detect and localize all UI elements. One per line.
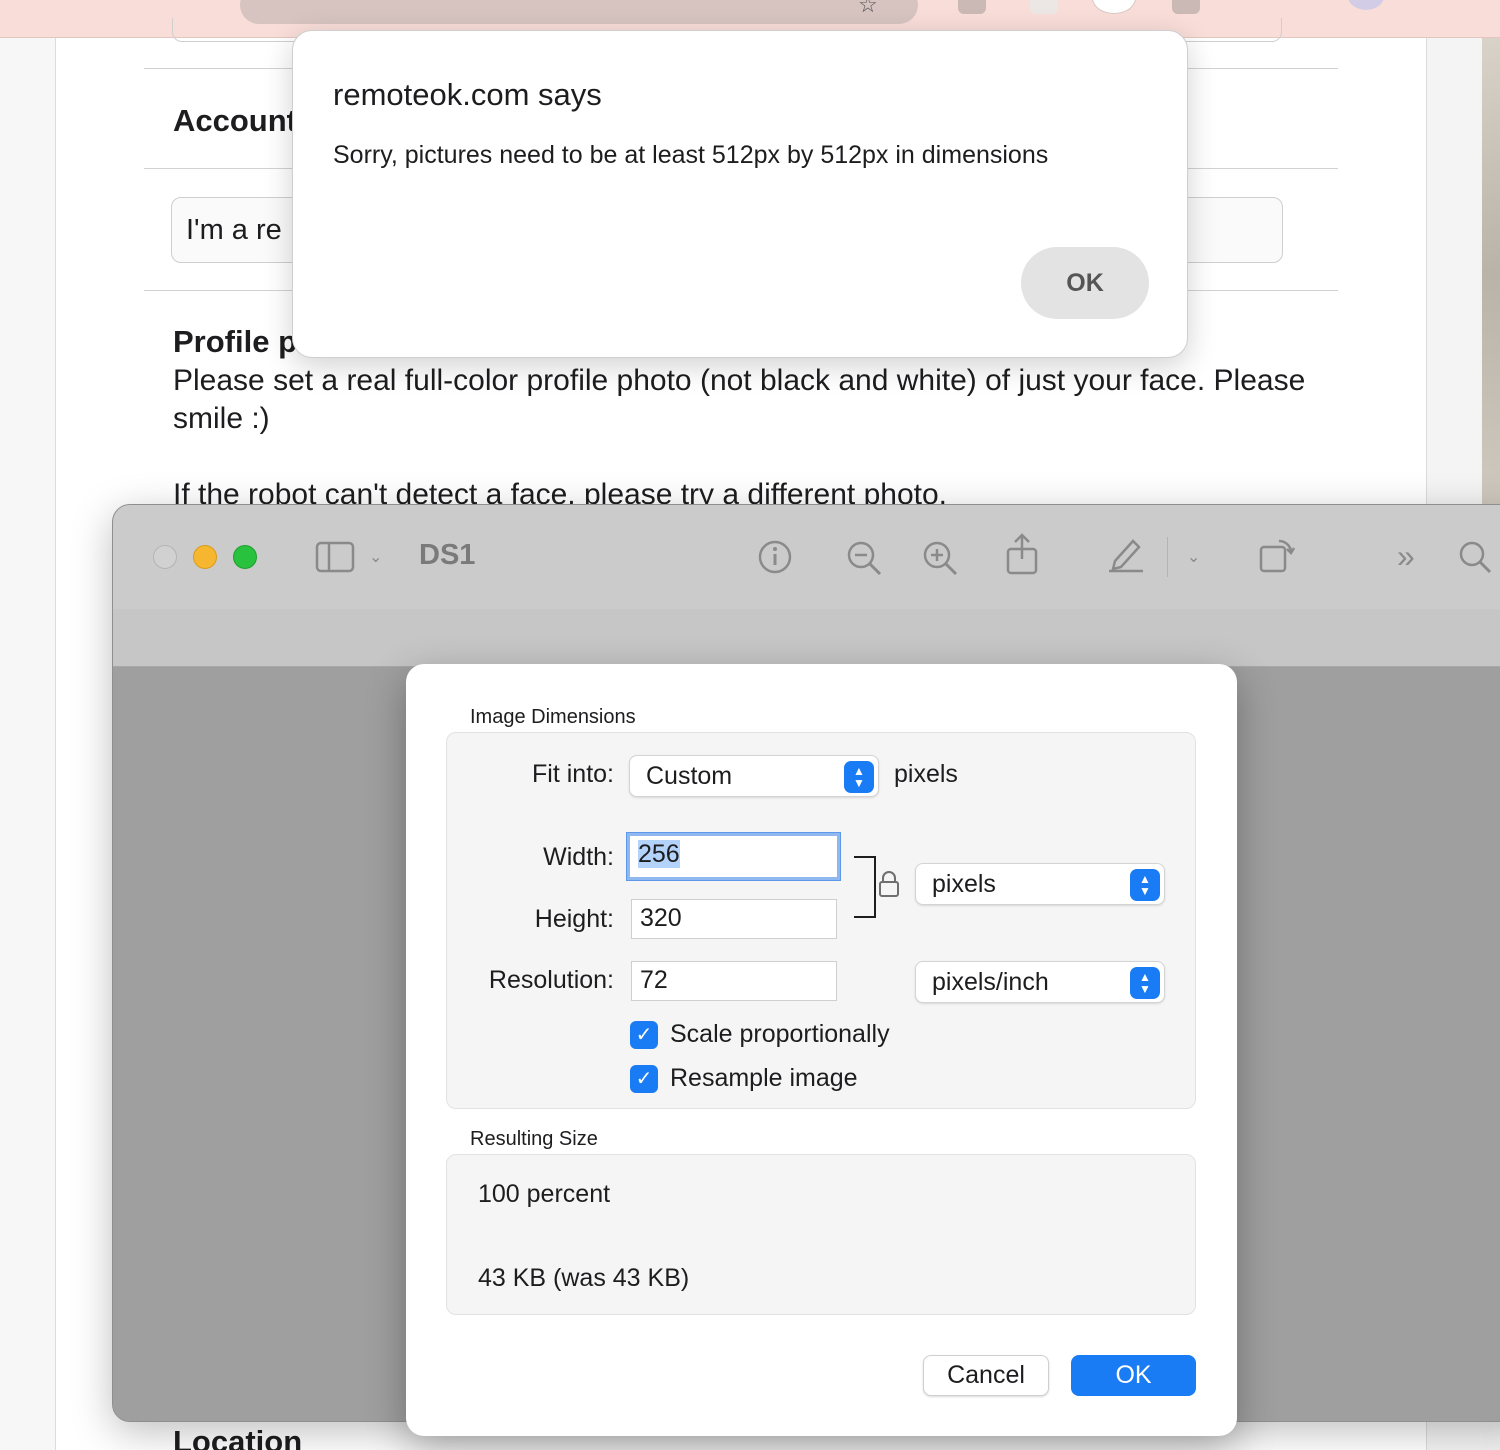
fit-into-value: Custom xyxy=(646,762,733,790)
zoom-in-icon[interactable] xyxy=(921,539,959,577)
alert-message: Sorry, pictures need to be at least 512p… xyxy=(333,141,1049,169)
account-heading: Account xyxy=(173,103,297,138)
resulting-percent: 100 percent xyxy=(478,1180,611,1208)
fit-into-popup[interactable]: Custom ▲ ▼ xyxy=(629,755,879,797)
minimize-window-button[interactable] xyxy=(193,545,217,569)
resolution-value: 72 xyxy=(640,966,668,994)
extension-icon[interactable] xyxy=(958,0,986,14)
close-window-button[interactable] xyxy=(153,545,177,569)
extension-icon[interactable] xyxy=(1092,0,1136,14)
more-icon[interactable]: » xyxy=(1397,540,1415,572)
width-input[interactable]: 256 xyxy=(627,833,840,880)
share-icon[interactable] xyxy=(1005,533,1039,575)
profile-photo-heading: Profile p xyxy=(173,324,298,359)
image-dimensions-label: Image Dimensions xyxy=(470,706,636,728)
resolution-input[interactable]: 72 xyxy=(631,961,837,1001)
page-gutter-left xyxy=(0,38,56,1450)
stepper-arrows-icon: ▲ ▼ xyxy=(844,761,874,793)
browser-alert-dialog: remoteok.com says Sorry, pictures need t… xyxy=(292,30,1188,358)
resolution-unit-popup[interactable]: pixels/inch ▲ ▼ xyxy=(915,961,1165,1003)
rotate-icon[interactable] xyxy=(1257,535,1297,575)
width-value: 256 xyxy=(638,840,680,868)
size-unit-value: pixels xyxy=(932,870,996,898)
height-label: Height: xyxy=(534,905,614,933)
profile-photo-instructions: Please set a real full-color profile pho… xyxy=(173,364,1306,435)
alert-ok-button[interactable]: OK xyxy=(1021,247,1149,319)
alert-title: remoteok.com says xyxy=(333,77,602,112)
extension-icon[interactable] xyxy=(1030,0,1058,14)
zoom-window-button[interactable] xyxy=(233,545,257,569)
lock-icon[interactable] xyxy=(878,870,900,903)
ok-button[interactable]: OK xyxy=(1071,1355,1196,1396)
fit-into-label: Fit into: xyxy=(532,760,614,788)
resample-image-label[interactable]: Resample image xyxy=(670,1064,858,1093)
extension-icon[interactable] xyxy=(1172,0,1200,14)
markup-toolbar: ⌄ ✳ ⌄ A ⌄ ⌄ ⌄ xyxy=(113,609,1500,757)
resolution-label: Resolution: xyxy=(488,966,614,994)
stepper-arrows-icon: ▲ ▼ xyxy=(1130,869,1160,901)
resulting-size-label: Resulting Size xyxy=(470,1128,598,1150)
desktop-wallpaper xyxy=(1482,38,1500,508)
proportion-link-bracket xyxy=(854,856,876,918)
resolution-unit-value: pixels/inch xyxy=(932,968,1049,996)
chevron-down-icon[interactable]: ⌄ xyxy=(369,547,382,567)
zoom-out-icon[interactable] xyxy=(845,539,883,577)
bookmark-star-icon[interactable]: ☆ xyxy=(858,0,878,18)
width-label: Width: xyxy=(543,843,614,871)
fit-into-unit: pixels xyxy=(894,760,958,788)
scale-proportionally-checkbox[interactable]: ✓ xyxy=(630,1021,658,1049)
info-icon[interactable] xyxy=(757,539,793,575)
height-value: 320 xyxy=(640,904,682,932)
stepper-arrows-icon: ▲ ▼ xyxy=(1130,967,1160,999)
profile-avatar[interactable] xyxy=(1348,0,1384,10)
toolbar-separator xyxy=(1167,537,1168,577)
chevron-down-icon[interactable]: ⌄ xyxy=(1187,547,1200,567)
scale-proportionally-label[interactable]: Scale proportionally xyxy=(670,1020,890,1049)
resulting-file-size: 43 KB (was 43 KB) xyxy=(478,1264,690,1292)
document-title: DS1 xyxy=(419,539,476,571)
pen-icon[interactable] xyxy=(1107,535,1145,573)
size-unit-popup[interactable]: pixels ▲ ▼ xyxy=(915,863,1165,905)
sidebar-icon[interactable] xyxy=(315,541,355,573)
preview-titlebar: ⌄ DS1 ⌄ » xyxy=(113,505,1500,609)
height-input[interactable]: 320 xyxy=(631,899,837,939)
cancel-button[interactable]: Cancel xyxy=(923,1355,1049,1396)
resample-image-checkbox[interactable]: ✓ xyxy=(630,1065,658,1093)
search-icon[interactable] xyxy=(1457,539,1493,575)
location-heading: Location xyxy=(173,1424,303,1450)
